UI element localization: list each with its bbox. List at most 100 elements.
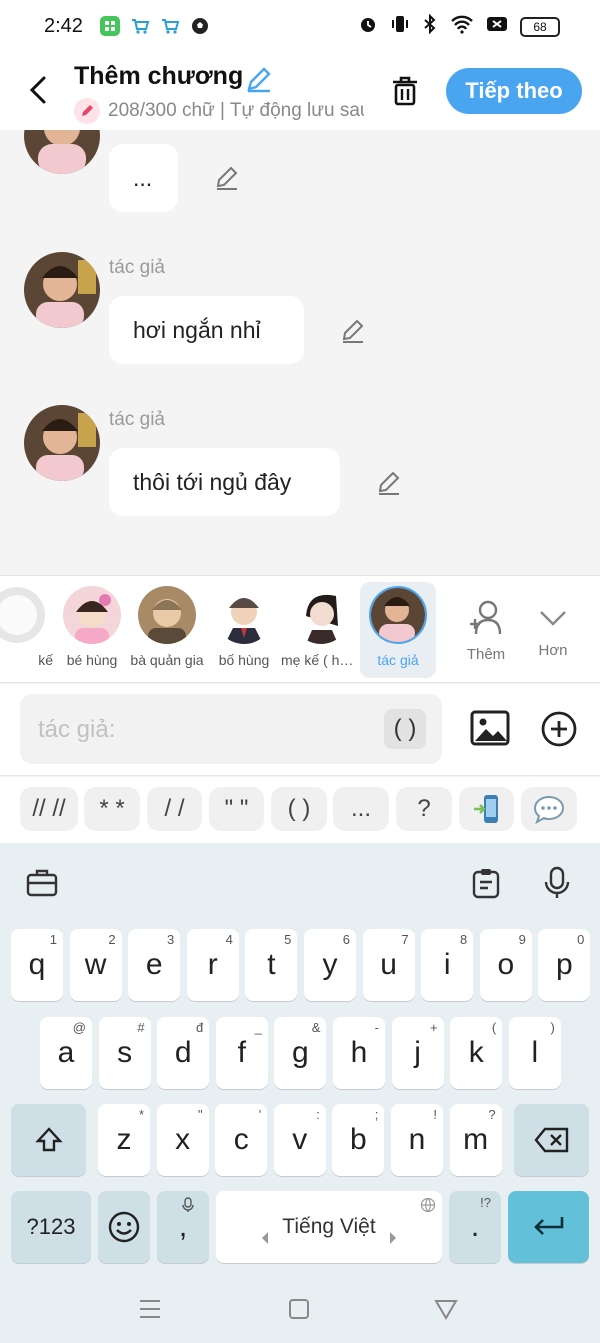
- key-label: q: [28, 948, 46, 981]
- key-d[interactable]: dđ: [157, 1017, 210, 1089]
- image-icon: [470, 710, 510, 746]
- shift-key[interactable]: [11, 1104, 86, 1176]
- pencil-icon: [378, 471, 400, 495]
- back-button[interactable]: [18, 68, 58, 112]
- pencil-badge-icon: [74, 98, 100, 124]
- key-u[interactable]: u7: [362, 929, 415, 1001]
- key-p[interactable]: p0: [538, 929, 591, 1001]
- key-i[interactable]: i8: [421, 929, 474, 1001]
- edit-message-button[interactable]: [213, 164, 241, 192]
- key-c[interactable]: c ': [215, 1104, 268, 1176]
- key-j[interactable]: j +: [391, 1017, 444, 1089]
- character-item[interactable]: bố hùng: [207, 576, 281, 684]
- backspace-key[interactable]: [514, 1104, 589, 1176]
- key-b[interactable]: b;: [332, 1104, 385, 1176]
- avatar[interactable]: [24, 405, 100, 481]
- parentheses-button[interactable]: ( ): [384, 709, 426, 749]
- emoji-key[interactable]: [98, 1191, 150, 1263]
- key-f[interactable]: f _: [215, 1017, 268, 1089]
- character-item[interactable]: mẹ kế ( hùng ): [281, 576, 361, 684]
- insert-image-button[interactable]: [470, 708, 510, 748]
- phone-transfer-button[interactable]: [459, 787, 514, 831]
- message-bubble[interactable]: ...: [109, 144, 178, 212]
- voice-input-button[interactable]: [537, 863, 577, 903]
- message-bubble[interactable]: thôi tới ngủ đây: [109, 448, 340, 516]
- key-a[interactable]: a @: [40, 1017, 92, 1089]
- key-label: a: [57, 1036, 75, 1069]
- key-hint: 6: [342, 932, 350, 947]
- character-selector[interactable]: kế bé hùng bà quản gia bố hùng mẹ kế ( h…: [0, 575, 600, 683]
- key-w[interactable]: w2: [69, 929, 122, 1001]
- quick-symbol-button[interactable]: ( ): [271, 787, 327, 831]
- symbols-key[interactable]: ?123: [11, 1191, 91, 1263]
- key-label: d: [174, 1036, 192, 1069]
- caret-right-icon: [388, 1219, 398, 1253]
- key-x[interactable]: x ": [156, 1104, 209, 1176]
- key-hint: 8: [459, 932, 468, 947]
- key-e[interactable]: e3: [128, 929, 181, 1001]
- avatar[interactable]: [24, 252, 100, 328]
- enter-key[interactable]: [508, 1191, 589, 1263]
- add-content-button[interactable]: [540, 710, 578, 748]
- chat-area[interactable]: ... tác giả hơi ngắn nhỉ tác giả thôi tớ…: [0, 130, 600, 575]
- briefcase-icon: [26, 869, 58, 897]
- shift-arrow-icon: [34, 1127, 63, 1152]
- key-q[interactable]: q1: [11, 929, 63, 1001]
- message-input[interactable]: tác giả: ( ): [20, 694, 442, 764]
- dialogue-button[interactable]: [521, 787, 577, 831]
- edit-message-button[interactable]: [375, 469, 403, 497]
- key-g[interactable]: g &: [274, 1017, 327, 1089]
- character-avatar: [215, 586, 273, 644]
- key-s[interactable]: s #: [98, 1017, 151, 1089]
- quick-symbol-button[interactable]: * *: [84, 787, 140, 831]
- period-key-label: .: [470, 1210, 480, 1243]
- key-l[interactable]: l): [508, 1017, 561, 1089]
- word-count-text: 208/300 chữ | Tự động lưu sau: [108, 100, 364, 121]
- key-h[interactable]: h-: [333, 1017, 385, 1089]
- key-n[interactable]: n!: [391, 1104, 443, 1176]
- avatar[interactable]: [24, 130, 100, 174]
- add-character-button[interactable]: Thêm: [451, 576, 521, 684]
- character-item-selected[interactable]: tác giả: [360, 582, 436, 678]
- alarm-icon: [358, 14, 378, 39]
- key-v[interactable]: v:: [273, 1104, 326, 1176]
- clipboard-tool-button[interactable]: [22, 863, 62, 903]
- space-key[interactable]: Tiếng Việt: [216, 1191, 442, 1263]
- sim-off-icon: [486, 14, 508, 39]
- character-item[interactable]: bé hùng: [55, 576, 129, 684]
- quick-symbol-button[interactable]: ...: [333, 787, 389, 831]
- key-z[interactable]: z *: [98, 1104, 150, 1176]
- quick-symbol-button[interactable]: / /: [147, 787, 202, 831]
- key-t[interactable]: t5: [245, 929, 298, 1001]
- comma-key[interactable]: ,: [157, 1191, 209, 1263]
- key-m[interactable]: m?: [449, 1104, 502, 1176]
- key-r[interactable]: r4: [186, 929, 239, 1001]
- add-person-icon: [470, 600, 502, 634]
- message-author: tác giả: [109, 409, 165, 430]
- edit-message-button[interactable]: [339, 317, 367, 345]
- home-button[interactable]: [285, 1295, 313, 1323]
- clipboard-button[interactable]: [466, 863, 506, 903]
- message-bubble[interactable]: hơi ngắn nhỉ: [109, 296, 304, 364]
- system-nav-bar: [0, 1273, 600, 1343]
- character-avatar: [292, 586, 350, 644]
- recent-apps-button[interactable]: [136, 1295, 164, 1323]
- next-button[interactable]: Tiếp theo: [446, 68, 582, 114]
- character-item[interactable]: kế: [0, 576, 54, 684]
- period-key[interactable]: . !?: [449, 1191, 501, 1263]
- key-label: b: [350, 1123, 367, 1156]
- quick-symbol-button[interactable]: // //: [20, 787, 78, 831]
- character-item[interactable]: bà quản gia: [130, 576, 204, 684]
- back-nav-button[interactable]: [432, 1295, 460, 1323]
- key-hint: 7: [401, 932, 409, 947]
- edit-title-button[interactable]: [244, 64, 274, 99]
- key-label: m: [463, 1123, 489, 1156]
- key-y[interactable]: y6: [304, 929, 356, 1001]
- key-label: x: [175, 1123, 191, 1156]
- quick-symbol-button[interactable]: ?: [396, 787, 452, 831]
- key-o[interactable]: o9: [479, 929, 532, 1001]
- key-k[interactable]: k(: [450, 1017, 503, 1089]
- delete-button[interactable]: [384, 70, 426, 112]
- more-characters-button[interactable]: Hơn: [518, 576, 588, 684]
- quick-symbol-button[interactable]: " ": [209, 787, 264, 831]
